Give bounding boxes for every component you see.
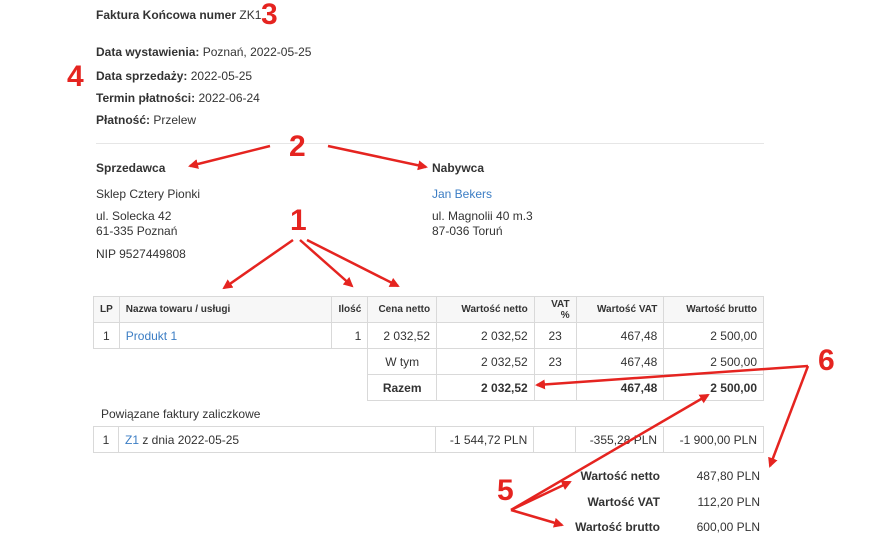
arrow-line bbox=[510, 480, 572, 512]
arrow-line bbox=[510, 393, 710, 512]
arrow-line bbox=[222, 238, 294, 290]
arrow-line bbox=[188, 144, 271, 169]
annotation-arrows bbox=[188, 144, 810, 528]
annotation-number: 2 bbox=[289, 130, 306, 163]
arrow-line bbox=[327, 144, 428, 171]
annotation-number: 6 bbox=[818, 344, 835, 377]
annotation-number: 4 bbox=[67, 60, 84, 93]
annotation-number: 1 bbox=[290, 204, 307, 237]
arrow-line bbox=[306, 238, 400, 288]
arrow-line bbox=[768, 365, 810, 468]
annotation-number: 5 bbox=[497, 474, 514, 507]
annotation-number: 3 bbox=[261, 0, 278, 31]
arrow-line bbox=[510, 508, 564, 528]
arrow-line bbox=[535, 364, 809, 390]
arrow-line bbox=[299, 239, 354, 288]
